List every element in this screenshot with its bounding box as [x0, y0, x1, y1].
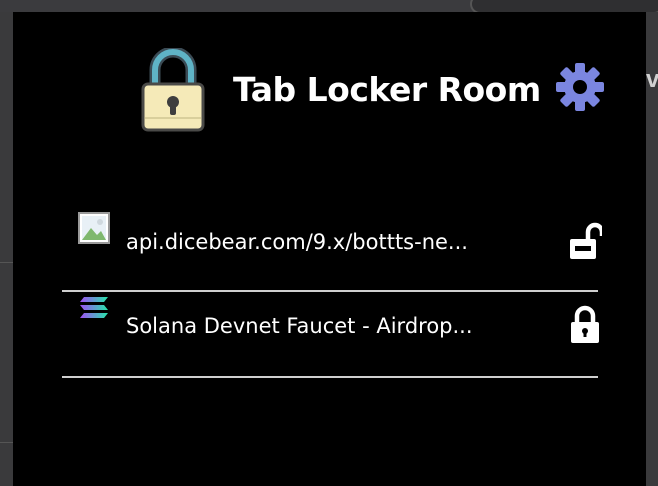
unlocked-lock-icon[interactable]: [568, 220, 602, 260]
tab-row[interactable]: api.dicebear.com/9.x/bottts-ne...: [62, 206, 602, 292]
extension-popup: Tab Locker Room api.dicebear.com/9.x/bot…: [13, 12, 646, 486]
solana-icon: [80, 297, 108, 318]
tab-title: Solana Devnet Faucet - Airdrop...: [126, 314, 473, 338]
divider: [0, 442, 13, 443]
gear-icon[interactable]: [555, 62, 605, 112]
popup-header: Tab Locker Room: [13, 12, 646, 142]
page-edge-left: [0, 12, 13, 486]
divider: [0, 262, 13, 263]
image-placeholder-icon: [78, 212, 110, 244]
locked-tabs-list: api.dicebear.com/9.x/bottts-ne... Solana…: [62, 206, 602, 378]
tab-row[interactable]: Solana Devnet Faucet - Airdrop...: [62, 292, 599, 378]
background-page-text: ve: [646, 66, 658, 93]
locked-lock-icon[interactable]: [568, 304, 602, 344]
page-title: Tab Locker Room: [233, 70, 541, 109]
tab-title: api.dicebear.com/9.x/bottts-ne...: [126, 230, 468, 254]
padlock-icon: [141, 48, 205, 132]
